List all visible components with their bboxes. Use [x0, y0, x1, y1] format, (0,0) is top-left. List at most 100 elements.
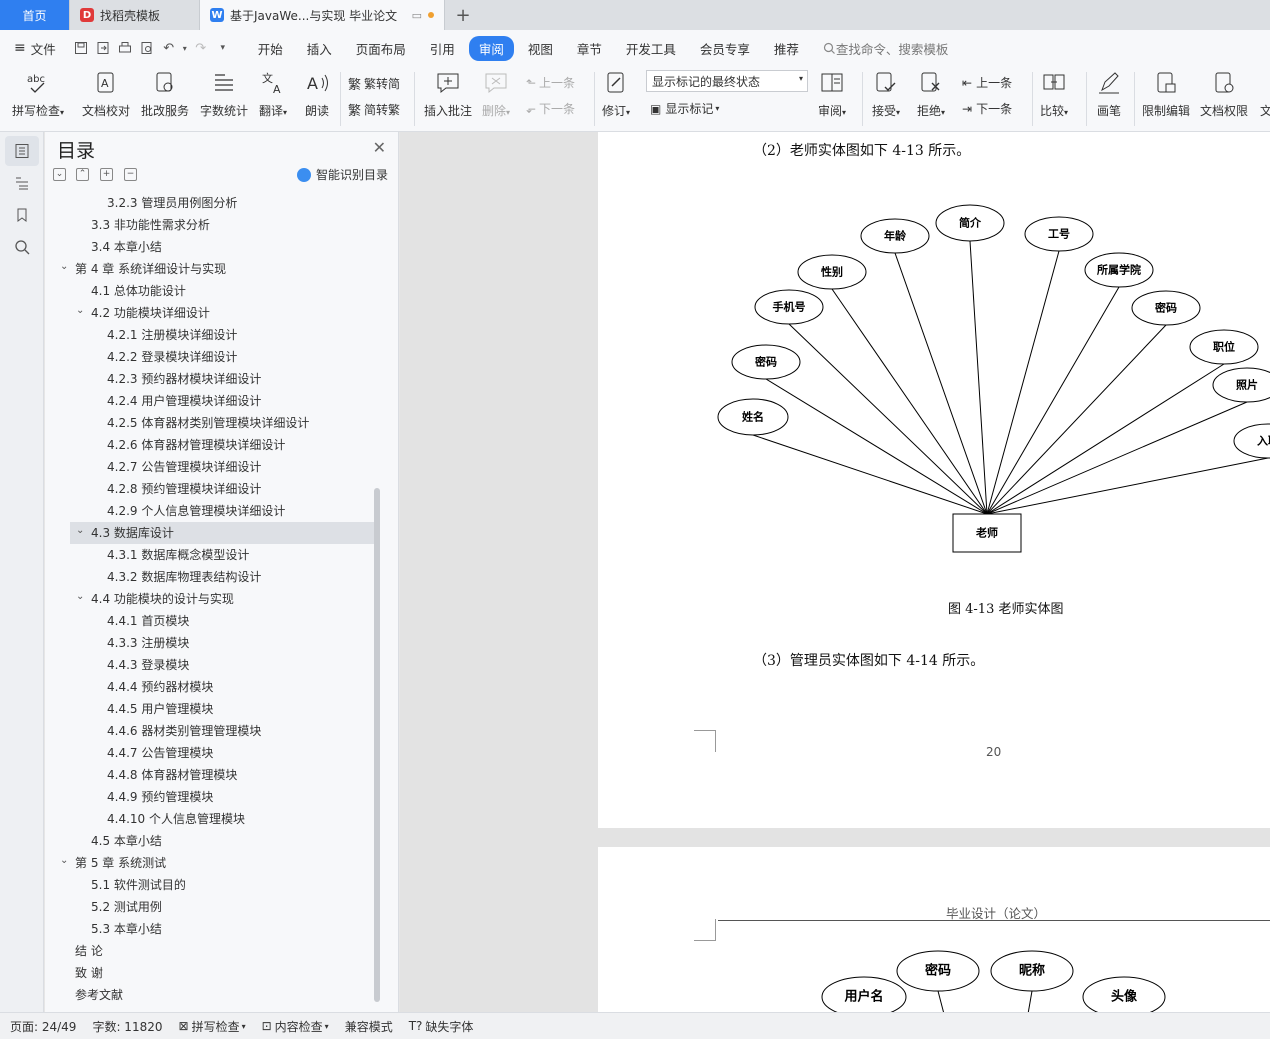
prev-change-button[interactable]: ⇤ 上一条 — [962, 74, 1012, 91]
toc-item[interactable]: 4.2.6 体育器材管理模块详细设计 — [45, 434, 375, 456]
toc-item[interactable]: 4.2.4 用户管理模块详细设计 — [45, 390, 375, 412]
chapter-nav-button[interactable] — [5, 168, 39, 198]
toc-item[interactable]: 5.3 本章小结 — [45, 918, 375, 940]
toc-item[interactable]: 致 谢 — [45, 962, 375, 984]
toc-item[interactable]: 4.2.8 预约管理模块详细设计 — [45, 478, 375, 500]
track-changes-button[interactable]: 修订▾ — [602, 66, 630, 119]
toc-item[interactable]: 3.2.3 管理员用例图分析 — [45, 192, 375, 214]
doc-permission-button[interactable]: 文档权限 — [1200, 66, 1248, 119]
toc-panel-button[interactable] — [5, 136, 39, 166]
prev-comment-button[interactable]: ⬑ 上一条 — [526, 74, 575, 91]
toc-item[interactable]: 参考文献 — [45, 984, 375, 1006]
print-icon[interactable] — [114, 37, 136, 59]
monitor-icon[interactable]: ▭ — [412, 9, 422, 22]
toc-item[interactable]: 4.2.1 注册模块详细设计 — [45, 324, 375, 346]
correction-service-button[interactable]: 批改服务 — [141, 66, 189, 119]
tab-document[interactable]: W 基于JavaWe...与实现 毕业论文 ▭ — [200, 0, 445, 30]
toc-item[interactable]: 4.4.8 体育器材管理模块 — [45, 764, 375, 786]
expand-up-icon[interactable]: ⌃ — [76, 168, 89, 181]
compare-button[interactable]: 比较▾ — [1040, 66, 1068, 119]
word-count-button[interactable]: 字数统计 — [200, 66, 248, 119]
menu-view[interactable]: 视图 — [518, 36, 563, 61]
reject-button[interactable]: 拒绝▾ — [917, 66, 945, 119]
toc-item[interactable]: ⌄ 4.3 数据库设计 — [70, 522, 374, 544]
toc-item[interactable]: 4.2.7 公告管理模块详细设计 — [45, 456, 375, 478]
toc-item[interactable]: 4.3.1 数据库概念模型设计 — [45, 544, 375, 566]
pen-button[interactable]: 画笔 — [1096, 66, 1122, 119]
read-aloud-button[interactable]: A 朗读 — [304, 66, 330, 119]
content-check-status[interactable]: ⊡ 内容检查 ▾ — [262, 1018, 329, 1035]
toc-item[interactable]: 4.2.3 预约器材模块详细设计 — [45, 368, 375, 390]
menu-member[interactable]: 会员专享 — [690, 36, 760, 61]
menu-start[interactable]: 开始 — [248, 36, 293, 61]
file-menu[interactable]: ≡ 文件 — [14, 39, 56, 58]
collapse-all-icon[interactable]: ⌄ — [53, 168, 66, 181]
toc-item[interactable]: 4.2.9 个人信息管理模块详细设计 — [45, 500, 375, 522]
translate-button[interactable]: 文A 翻译▾ — [259, 66, 287, 119]
ribbon-more-button[interactable]: 文 — [1260, 102, 1270, 119]
toc-item[interactable]: ⌄ 第 5 章 系统测试 — [45, 852, 375, 874]
chevron-down-icon[interactable]: ⌄ — [60, 850, 68, 872]
toc-item[interactable]: 5.1 软件测试目的 — [45, 874, 375, 896]
toc-item[interactable]: ⌄ 第 4 章 系统详细设计与实现 — [45, 258, 375, 280]
save-icon[interactable] — [70, 37, 92, 59]
redo-icon[interactable]: ↷ — [190, 37, 212, 59]
doc-proofread-button[interactable]: A 文档校对 — [82, 66, 130, 119]
smart-toc-button[interactable]: 智能识别目录 — [296, 166, 388, 183]
menu-reference[interactable]: 引用 — [420, 36, 465, 61]
new-tab-button[interactable]: + — [445, 0, 481, 30]
next-comment-button[interactable]: ⬐ 下一条 — [526, 100, 575, 117]
chevron-down-icon[interactable]: ⌄ — [76, 586, 84, 608]
chevron-down-icon[interactable]: ⌄ — [76, 300, 84, 322]
toc-item[interactable]: 4.4.5 用户管理模块 — [45, 698, 375, 720]
trad-to-simp-button[interactable]: 繁繁转简 — [348, 74, 400, 93]
toc-item[interactable]: 结 论 — [45, 940, 375, 962]
collapse-icon[interactable]: − — [124, 168, 137, 181]
toc-item[interactable]: 5.2 测试用例 — [45, 896, 375, 918]
accept-button[interactable]: 接受▾ — [872, 66, 900, 119]
toc-scrollbar[interactable] — [374, 488, 380, 1002]
spell-check-button[interactable]: abc 拼写检查▾ — [12, 66, 64, 119]
restrict-edit-button[interactable]: 限制编辑 — [1142, 66, 1190, 119]
menu-review[interactable]: 审阅 — [468, 35, 514, 61]
compat-mode-status[interactable]: 兼容模式 — [345, 1018, 393, 1035]
undo-dropdown-icon[interactable]: ▾ — [180, 37, 190, 59]
undo-icon[interactable]: ↶ — [158, 37, 180, 59]
command-search[interactable]: 查找命令、搜索模板 — [823, 39, 948, 58]
toc-item[interactable]: 4.4.10 个人信息管理模块 — [45, 808, 375, 830]
next-change-button[interactable]: ⇥ 下一条 — [962, 100, 1012, 117]
toc-item[interactable]: 4.4.1 首页模块 — [45, 610, 375, 632]
menu-recommend[interactable]: 推荐 — [764, 36, 809, 61]
toc-item[interactable]: 4.1 总体功能设计 — [45, 280, 375, 302]
close-icon[interactable]: ✕ — [373, 138, 386, 157]
quickbar-more-icon[interactable]: ▾ — [212, 37, 234, 59]
toc-item[interactable]: 4.3.2 数据库物理表结构设计 — [45, 566, 375, 588]
insert-comment-button[interactable]: 插入批注 — [424, 66, 472, 119]
menu-layout[interactable]: 页面布局 — [346, 36, 416, 61]
show-markup-button[interactable]: ▣ 显示标记 ▾ — [650, 100, 719, 117]
toc-item[interactable]: 4.3.3 注册模块 — [45, 632, 375, 654]
simp-to-trad-button[interactable]: 繁简转繁 — [348, 100, 400, 119]
export-icon[interactable] — [92, 37, 114, 59]
missing-font-status[interactable]: T? 缺失字体 — [409, 1018, 474, 1035]
chevron-down-icon[interactable]: ⌄ — [60, 256, 68, 278]
toc-item[interactable]: 4.2.5 体育器材类别管理模块详细设计 — [45, 412, 375, 434]
toc-item[interactable]: 4.4.4 预约器材模块 — [45, 676, 375, 698]
toc-item[interactable]: 4.2.2 登录模块详细设计 — [45, 346, 375, 368]
toc-item[interactable]: 4.4.7 公告管理模块 — [45, 742, 375, 764]
bookmark-button[interactable] — [5, 200, 39, 230]
toc-item[interactable]: 4.5 本章小结 — [45, 830, 375, 852]
toc-item[interactable]: ⌄ 4.4 功能模块的设计与实现 — [45, 588, 375, 610]
page-indicator[interactable]: 页面: 24/49 — [10, 1018, 76, 1035]
expand-icon[interactable]: + — [100, 168, 113, 181]
tab-home[interactable]: 首页 — [0, 0, 70, 30]
toc-item[interactable]: 4.4.6 器材类别管理管理模块 — [45, 720, 375, 742]
find-button[interactable] — [5, 232, 39, 262]
menu-insert[interactable]: 插入 — [297, 36, 342, 61]
review-pane-button[interactable]: 审阅▾ — [818, 66, 846, 119]
toc-item[interactable]: 4.4.9 预约管理模块 — [45, 786, 375, 808]
word-count-status[interactable]: 字数: 11820 — [92, 1018, 162, 1035]
toc-item[interactable]: 3.4 本章小结 — [45, 236, 375, 258]
toc-item[interactable]: ⌄ 4.2 功能模块详细设计 — [45, 302, 375, 324]
toc-item[interactable]: 4.4.3 登录模块 — [45, 654, 375, 676]
